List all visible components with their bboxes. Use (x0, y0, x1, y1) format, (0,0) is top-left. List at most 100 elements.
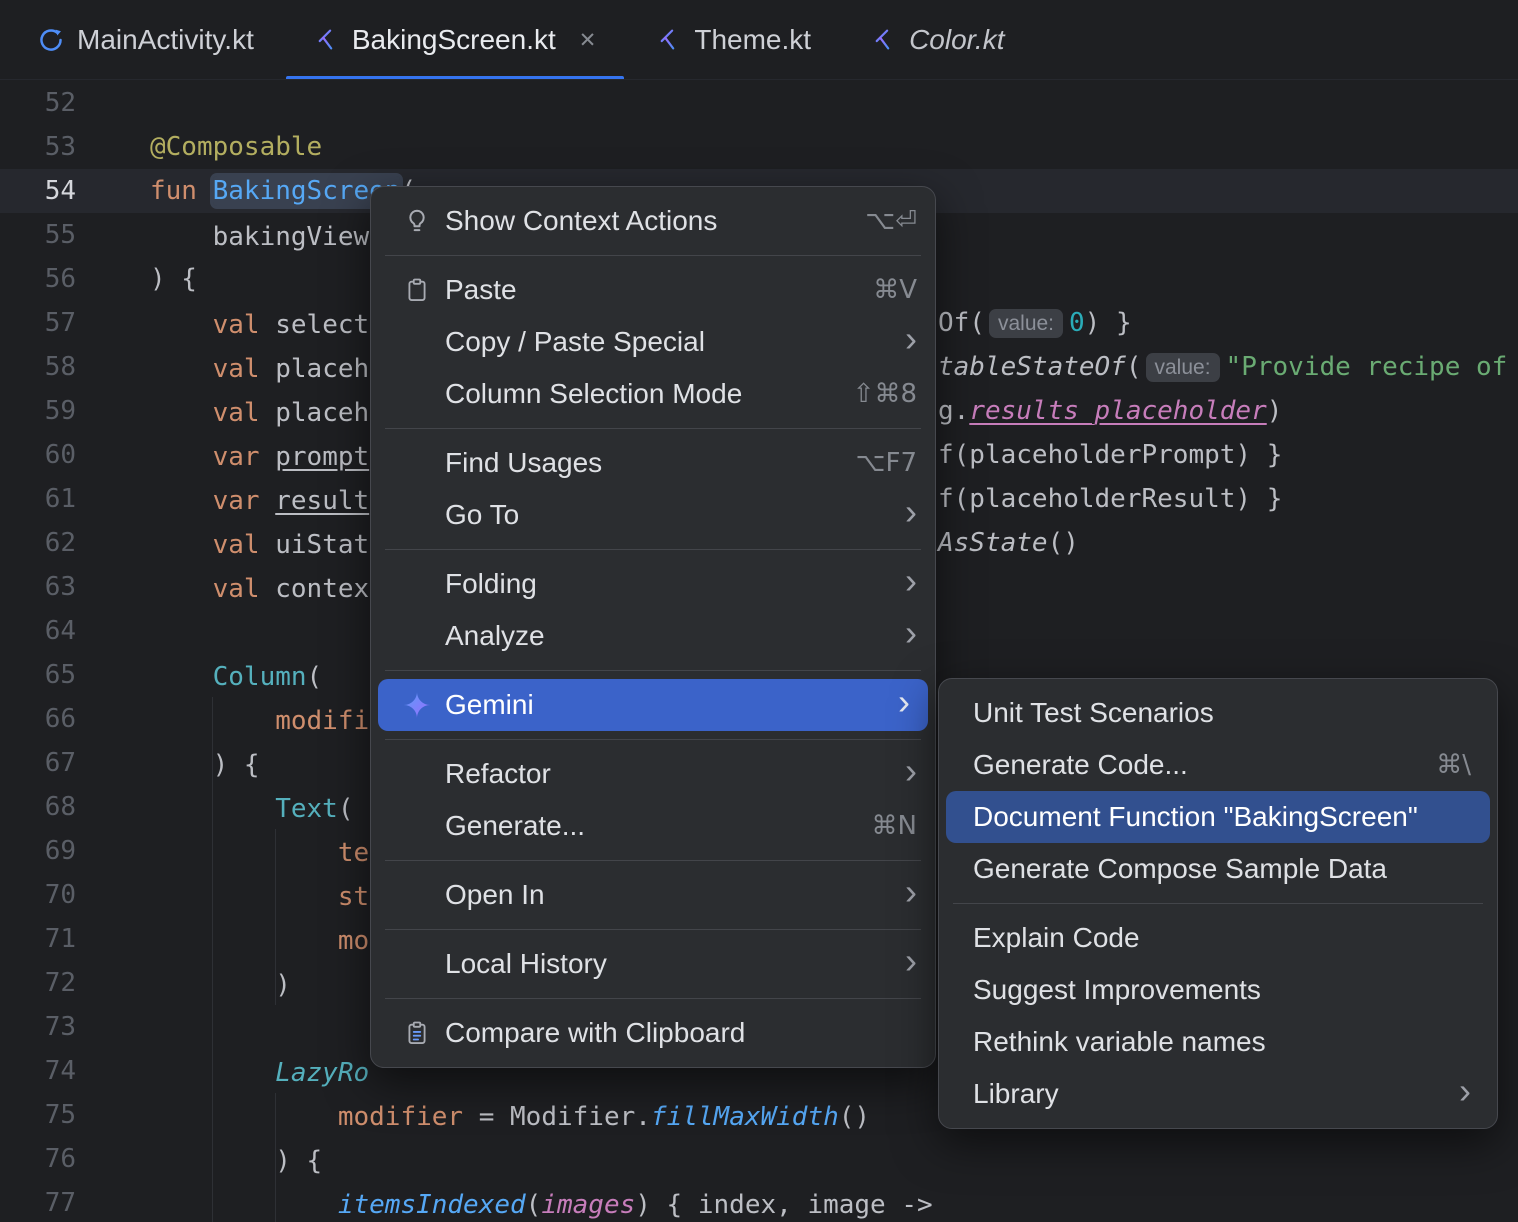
menu-item-column-selection-mode[interactable]: Column Selection Mode ⇧⌘8 (371, 368, 935, 420)
shortcut-label: ⌘\ (1436, 750, 1471, 780)
line-number[interactable]: 72 (0, 968, 76, 998)
inlay-hint: value: (1145, 352, 1220, 382)
menu-item-library[interactable]: Library › (939, 1068, 1497, 1120)
line-number[interactable]: 58 (0, 352, 76, 382)
menu-item-compare-with-clipboard[interactable]: Compare with Clipboard (371, 1007, 935, 1059)
menu-item-refactor[interactable]: Refactor › (371, 748, 935, 800)
line-number[interactable]: 55 (0, 220, 76, 250)
line-number[interactable]: 77 (0, 1188, 76, 1218)
menu-item-generate[interactable]: Generate... ⌘N (371, 800, 935, 852)
code-token: select (275, 309, 370, 340)
code-text: modifier = Modifier.fillMaxWidth() (76, 1099, 870, 1132)
line-number[interactable]: 71 (0, 924, 76, 954)
menu-item-local-history[interactable]: Local History › (371, 938, 935, 990)
line-number[interactable]: 69 (0, 836, 76, 866)
close-icon[interactable]: ✕ (579, 26, 597, 53)
line-number[interactable]: 59 (0, 396, 76, 426)
code-text: val placeh (76, 395, 370, 428)
code-token: = (463, 1101, 511, 1132)
code-token: ) (275, 969, 291, 1000)
code-token: contex (275, 573, 370, 604)
line-number[interactable]: 73 (0, 1012, 76, 1042)
code-text: LazyRo (76, 1055, 369, 1088)
code-line-76[interactable]: 76 ) { (0, 1137, 1518, 1181)
menu-item-rethink-variable-names[interactable]: Rethink variable names (939, 1016, 1497, 1068)
menu-separator (953, 903, 1483, 904)
line-number[interactable]: 56 (0, 264, 76, 294)
code-token: Of( (938, 308, 985, 338)
menu-item-explain-code[interactable]: Explain Code (939, 912, 1497, 964)
menu-item-copy-paste-special[interactable]: Copy / Paste Special › (371, 316, 935, 368)
compare-icon (401, 1017, 433, 1049)
line-number[interactable]: 68 (0, 792, 76, 822)
tab-bar: MainActivity.kt BakingScreen.kt ✕ Theme.kt C… (0, 0, 1518, 80)
line-number[interactable]: 57 (0, 308, 76, 338)
line-number[interactable]: 75 (0, 1100, 76, 1130)
tab-bakingscreen-kt[interactable]: BakingScreen.kt ✕ (284, 0, 627, 79)
submenu-arrow-icon: › (1459, 1070, 1471, 1111)
line-number[interactable]: 52 (0, 88, 76, 118)
code-text: var prompt (76, 439, 370, 472)
code-token: val (212, 397, 276, 428)
code-token: ) { (275, 1145, 323, 1176)
menu-item-label: Local History (445, 948, 607, 979)
menu-item-icon-placeholder (401, 568, 433, 600)
menu-item-open-in[interactable]: Open In › (371, 869, 935, 921)
menu-item-document-function-bakingscreen[interactable]: Document Function "BakingScreen" (946, 791, 1490, 843)
menu-item-suggest-improvements[interactable]: Suggest Improvements (939, 964, 1497, 1016)
gemini-submenu: Unit Test Scenarios Generate Code... ⌘\ Doc… (938, 678, 1498, 1129)
line-number[interactable]: 70 (0, 880, 76, 910)
code-token: Column (212, 661, 307, 692)
code-token: ( (306, 661, 323, 692)
menu-item-go-to[interactable]: Go To › (371, 489, 935, 541)
menu-item-icon-placeholder (401, 879, 433, 911)
code-text: st (76, 879, 369, 912)
code-text: ) { (76, 1143, 322, 1176)
line-number[interactable]: 76 (0, 1144, 76, 1174)
menu-item-label: Open In (445, 879, 545, 910)
line-number[interactable]: 66 (0, 704, 76, 734)
tab-mainactivity-kt[interactable]: MainActivity.kt (8, 0, 284, 79)
line-number[interactable]: 60 (0, 440, 76, 470)
line-number[interactable]: 65 (0, 660, 76, 690)
code-text: val placeh (76, 351, 370, 384)
code-token: ) } (1084, 308, 1132, 338)
menu-item-generate-compose-sample-data[interactable]: Generate Compose Sample Data (939, 843, 1497, 895)
line-number[interactable]: 64 (0, 616, 76, 646)
menu-item-unit-test-scenarios[interactable]: Unit Test Scenarios (939, 687, 1497, 739)
menu-item-label: Explain Code (973, 922, 1140, 953)
tab-color-kt[interactable]: Color.kt (841, 0, 1034, 79)
menu-item-folding[interactable]: Folding › (371, 558, 935, 610)
code-token: placeh (275, 353, 370, 384)
menu-item-analyze[interactable]: Analyze › (371, 610, 935, 662)
code-token: result (275, 485, 370, 516)
tab-theme-kt[interactable]: Theme.kt (626, 0, 841, 79)
code-line-53[interactable]: 53 @Composable (0, 125, 1518, 169)
line-number[interactable]: 53 (0, 132, 76, 162)
line-number[interactable]: 67 (0, 748, 76, 778)
code-line-52[interactable]: 52 (0, 81, 1518, 125)
code-text: Column( (76, 659, 323, 692)
code-token: ) { (150, 264, 197, 294)
menu-item-gemini[interactable]: Gemini › (378, 679, 928, 731)
menu-item-label: Show Context Actions (445, 205, 718, 236)
line-number[interactable]: 63 (0, 572, 76, 602)
indent-guide (275, 1093, 276, 1222)
line-number[interactable]: 54 (0, 176, 76, 206)
menu-item-label: Compare with Clipboard (445, 1017, 746, 1048)
menu-item-paste[interactable]: Paste ⌘V (371, 264, 935, 316)
line-number[interactable]: 61 (0, 484, 76, 514)
menu-item-generate-code[interactable]: Generate Code... ⌘\ (939, 739, 1497, 791)
line-number[interactable]: 62 (0, 528, 76, 558)
code-text-after-menu: g. results_placeholder) (938, 389, 1282, 433)
code-text: te (76, 835, 369, 868)
line-number[interactable]: 74 (0, 1056, 76, 1086)
code-text-after-menu: f(placeholderPrompt) } (938, 433, 1282, 477)
code-line-77[interactable]: 77 itemsIndexed(images) { index, image -> (0, 1181, 1518, 1222)
submenu-arrow-icon: › (905, 560, 917, 601)
code-token: val (212, 573, 276, 604)
code-text: ) (76, 967, 291, 1000)
menu-item-show-context-actions[interactable]: Show Context Actions ⌥⏎ (371, 195, 935, 247)
menu-item-icon-placeholder (401, 758, 433, 790)
menu-item-find-usages[interactable]: Find Usages ⌥F7 (371, 437, 935, 489)
